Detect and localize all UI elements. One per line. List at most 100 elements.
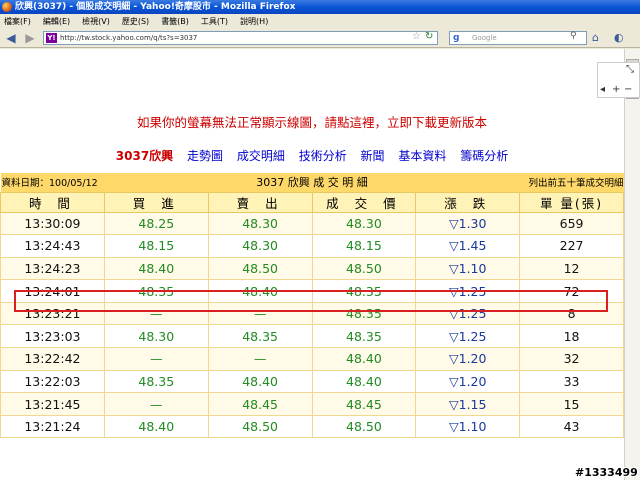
table-cell: 13:24:43 bbox=[0, 234, 105, 258]
table-cell: 48.35 bbox=[207, 324, 313, 349]
table-row: 13:24:43 48.15 48.30 48.15 ▽1.45 227 bbox=[0, 234, 624, 258]
subnav-trade-details[interactable]: 成交明細 bbox=[237, 149, 285, 163]
pan-left-icon[interactable]: ◂ bbox=[600, 85, 605, 95]
subnav-basic-info[interactable]: 基本資料 bbox=[398, 149, 446, 163]
table-cell: 13:22:03 bbox=[0, 369, 105, 394]
table-cell: — bbox=[103, 347, 209, 371]
url-text: http://tw.stock.yahoo.com/q/ts?s=3037 bbox=[60, 34, 198, 42]
back-arrow-icon[interactable]: ◀ bbox=[3, 30, 19, 46]
table-cell: 48.30 bbox=[103, 324, 209, 349]
resize-icon[interactable]: ⤡ bbox=[626, 65, 634, 75]
table-cell: 48.30 bbox=[207, 211, 313, 236]
table-row: 13:24:23 48.40 48.50 48.50 ▽1.10 12 bbox=[0, 256, 624, 281]
subnav-trend-chart[interactable]: 走勢圖 bbox=[187, 149, 223, 163]
table-cell: 48.45 bbox=[207, 392, 313, 416]
table-cell: 227 bbox=[519, 234, 624, 258]
firefox-icon bbox=[2, 2, 12, 12]
table-cell: 13:24:23 bbox=[0, 256, 105, 281]
table-cell: 48.15 bbox=[311, 234, 417, 258]
table-cell: 13:22:42 bbox=[0, 347, 105, 371]
navigation-toolbar: ◀ ▶ Y! http://tw.stock.yahoo.com/q/ts?s=… bbox=[0, 28, 640, 48]
table-cell: — bbox=[103, 392, 209, 416]
table-cell: 33 bbox=[519, 369, 624, 394]
table-cell: 13:21:24 bbox=[0, 414, 105, 439]
chart-control-panel: ⤡ ◂ + − bbox=[597, 62, 640, 98]
forward-arrow-icon[interactable]: ▶ bbox=[22, 30, 38, 46]
menu-view[interactable]: 檢視(V) bbox=[82, 16, 110, 27]
zoom-in-icon[interactable]: + bbox=[612, 85, 620, 95]
table-cell: 48.15 bbox=[103, 234, 209, 258]
url-bar[interactable]: Y! http://tw.stock.yahoo.com/q/ts?s=3037 bbox=[43, 31, 438, 45]
subnav-chip-analysis[interactable]: 籌碼分析 bbox=[460, 149, 508, 163]
column-header-row: 時 間 買 進 賣 出 成 交 價 漲 跌 單 量(張) bbox=[0, 191, 624, 213]
table-cell: 48.30 bbox=[207, 234, 313, 258]
table-cell: 32 bbox=[519, 347, 624, 371]
home-icon[interactable]: ⌂ bbox=[592, 31, 599, 44]
table-cell: 48.35 bbox=[311, 324, 417, 349]
table-cell: 48.40 bbox=[207, 369, 313, 394]
menu-bookmarks[interactable]: 書籤(B) bbox=[161, 16, 189, 27]
col-price: 成 交 價 bbox=[311, 191, 417, 213]
table-cell: ▽1.20 bbox=[415, 369, 521, 394]
window-title-bar: 欣興(3037) - 個股成交明細 - Yahoo!奇摩股市 - Mozilla… bbox=[0, 0, 640, 14]
subnav-technical-analysis[interactable]: 技術分析 bbox=[299, 149, 347, 163]
image-id-watermark: #1333499 bbox=[575, 466, 638, 479]
download-warning-link[interactable]: 如果你的螢幕無法正常顯示線圖，請點這裡，立即下載更新版本 bbox=[0, 112, 624, 131]
stock-sub-navigation: 3037欣興 走勢圖 成交明細 技術分析 新聞 基本資料 籌碼分析 bbox=[0, 147, 624, 164]
menu-history[interactable]: 歷史(S) bbox=[122, 16, 149, 27]
table-note: 列出前五十筆成交明細 bbox=[528, 178, 624, 190]
table-cell: ▽1.10 bbox=[415, 414, 521, 439]
table-cell: ▽1.25 bbox=[415, 324, 521, 349]
zoom-out-icon[interactable]: − bbox=[624, 85, 632, 95]
col-change: 漲 跌 bbox=[415, 191, 521, 213]
reload-icon[interactable]: ↻ bbox=[425, 31, 433, 42]
menu-edit[interactable]: 編輯(E) bbox=[43, 16, 70, 27]
table-cell: 48.40 bbox=[103, 414, 209, 439]
table-cell: ▽1.45 bbox=[415, 234, 521, 258]
menu-file[interactable]: 檔案(F) bbox=[4, 16, 31, 27]
table-cell: 48.40 bbox=[311, 347, 417, 371]
table-title: 3037 欣興 成 交 明 細 bbox=[256, 176, 368, 190]
table-header-bar: 資料日期：100/05/12 3037 欣興 成 交 明 細 列出前五十筆成交明… bbox=[0, 173, 624, 192]
search-magnifier-icon[interactable]: ⚲ bbox=[570, 31, 577, 41]
menu-bar: 檔案(F) 編輯(E) 檢視(V) 歷史(S) 書籤(B) 工具(T) 說明(H… bbox=[0, 14, 640, 28]
table-cell: 48.40 bbox=[311, 369, 417, 394]
yahoo-favicon-icon: Y! bbox=[46, 33, 57, 43]
table-row: 13:22:42— —48.40 ▽1.20 32 bbox=[0, 347, 624, 371]
window-title: 欣興(3037) - 個股成交明細 - Yahoo!奇摩股市 - Mozilla… bbox=[15, 2, 296, 12]
bookmark-star-icon[interactable]: ☆ bbox=[412, 31, 421, 42]
vertical-scrollbar[interactable] bbox=[624, 49, 640, 480]
table-row: 13:21:45—48.45 48.45 ▽1.15 15 bbox=[0, 392, 624, 416]
table-cell: 48.50 bbox=[311, 256, 417, 281]
table-cell: 48.45 bbox=[311, 392, 417, 416]
table-row: 13:22:03 48.35 48.40 48.40 ▽1.20 33 bbox=[0, 369, 624, 394]
table-cell: 48.50 bbox=[207, 414, 313, 439]
google-icon: g bbox=[453, 33, 460, 43]
table-cell: ▽1.30 bbox=[415, 211, 521, 236]
col-volume: 單 量(張) bbox=[519, 191, 624, 213]
col-bid: 買 進 bbox=[103, 191, 209, 213]
table-cell: 48.25 bbox=[103, 211, 209, 236]
menu-tools[interactable]: 工具(T) bbox=[201, 16, 228, 27]
subnav-news[interactable]: 新聞 bbox=[361, 149, 385, 163]
table-cell: — bbox=[207, 347, 313, 371]
table-cell: 13:23:03 bbox=[0, 324, 105, 349]
data-date: 資料日期：100/05/12 bbox=[1, 178, 98, 190]
table-cell: 18 bbox=[519, 324, 624, 349]
table-cell: 13:21:45 bbox=[0, 392, 105, 416]
table-row: 13:21:24 48.40 48.50 48.50 ▽1.10 43 bbox=[0, 414, 624, 439]
table-cell: 43 bbox=[519, 414, 624, 439]
search-box[interactable]: g Google bbox=[449, 31, 587, 45]
table-cell: 48.35 bbox=[103, 369, 209, 394]
table-row: 13:30:09 48.25 48.30 48.30 ▽1.30 659 bbox=[0, 211, 624, 236]
table-cell: 48.50 bbox=[311, 414, 417, 439]
extension-icon[interactable]: ◐ bbox=[614, 31, 624, 44]
page-content: 如果你的螢幕無法正常顯示線圖，請點這裡，立即下載更新版本 3037欣興 走勢圖 … bbox=[0, 49, 624, 480]
table-cell: 12 bbox=[519, 256, 624, 281]
menu-help[interactable]: 說明(H) bbox=[240, 16, 268, 27]
table-cell: 48.40 bbox=[103, 256, 209, 281]
col-ask: 賣 出 bbox=[207, 191, 313, 213]
search-placeholder: Google bbox=[472, 34, 497, 42]
table-cell: 659 bbox=[519, 211, 624, 236]
subnav-stock-name[interactable]: 3037欣興 bbox=[116, 149, 173, 163]
